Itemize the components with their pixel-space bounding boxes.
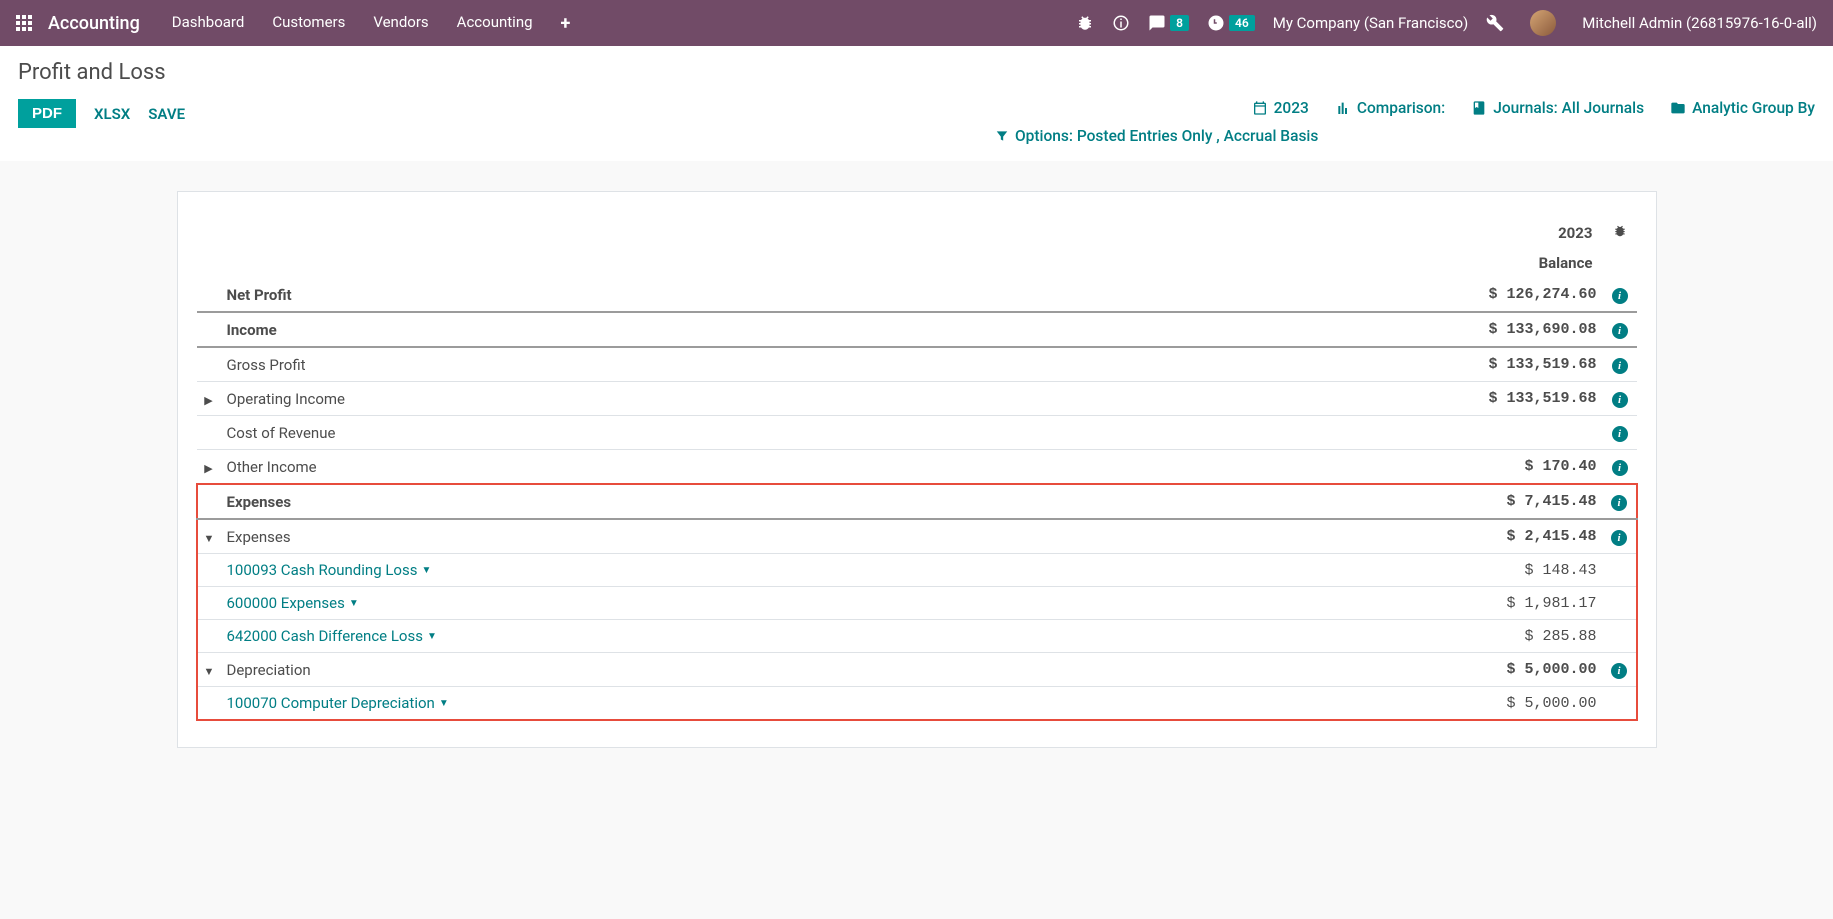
row-other-income: ▶ Other Income $ 170.40 i (197, 450, 1637, 485)
nav-add-icon[interactable]: + (561, 13, 571, 34)
page-title: Profit and Loss (18, 60, 1815, 85)
book-icon (1471, 100, 1487, 116)
info-icon[interactable]: i (1612, 323, 1628, 339)
nav-icons: 8 46 My Company (San Francisco) Mitchell… (1076, 10, 1817, 36)
info-icon[interactable]: i (1612, 426, 1628, 442)
app-title[interactable]: Accounting (48, 13, 140, 34)
filter-icon (995, 129, 1009, 143)
nav-dashboard[interactable]: Dashboard (172, 13, 245, 34)
chevron-down-icon: ▼ (421, 565, 431, 576)
filter-bar: 2023 Comparison: Journals: All Journals … (995, 99, 1815, 145)
content-area: 2023 Balance Net Profit $ 126,274.60 i (0, 161, 1833, 768)
debug-icon[interactable] (1076, 14, 1094, 32)
row-net-profit: Net Profit $ 126,274.60 i (197, 278, 1637, 312)
xlsx-button[interactable]: XLSX (94, 105, 130, 123)
account-link[interactable]: 100093 Cash Rounding Loss▼ (227, 561, 432, 579)
report-sheet: 2023 Balance Net Profit $ 126,274.60 i (177, 191, 1657, 748)
row-gross-profit: Gross Profit $ 133,519.68 i (197, 347, 1637, 382)
info-icon[interactable]: i (1611, 663, 1627, 679)
filter-comparison[interactable]: Comparison: (1335, 99, 1445, 117)
caret-down-icon[interactable]: ▼ (204, 665, 215, 678)
control-panel: Profit and Loss PDF XLSX SAVE 2023 Compa… (0, 46, 1833, 161)
nav-vendors[interactable]: Vendors (373, 13, 428, 34)
filter-date[interactable]: 2023 (1252, 99, 1309, 117)
filter-options[interactable]: Options: Posted Entries Only , Accrual B… (995, 127, 1815, 145)
row-income: Income $ 133,690.08 i (197, 312, 1637, 347)
chevron-down-icon: ▼ (349, 598, 359, 609)
row-operating-income: ▶ Operating Income $ 133,519.68 i (197, 382, 1637, 416)
save-button[interactable]: SAVE (148, 105, 185, 123)
account-link[interactable]: 642000 Cash Difference Loss▼ (227, 627, 437, 645)
avatar[interactable] (1530, 10, 1556, 36)
messages-badge: 8 (1170, 15, 1189, 31)
chart-icon (1335, 100, 1351, 116)
info-icon[interactable]: i (1612, 460, 1628, 476)
tools-icon[interactable] (1486, 14, 1504, 32)
info-icon[interactable]: i (1611, 495, 1627, 511)
row-expenses-total: Expenses $ 7,415.48 i (197, 484, 1637, 519)
apps-icon[interactable] (16, 15, 32, 31)
pdf-button[interactable]: PDF (18, 99, 76, 128)
nav-customers[interactable]: Customers (272, 13, 345, 34)
nav-accounting[interactable]: Accounting (457, 13, 533, 34)
info-icon[interactable]: i (1611, 530, 1627, 546)
info-icon[interactable]: i (1612, 288, 1628, 304)
caret-right-icon[interactable]: ▶ (204, 462, 212, 475)
info-icon[interactable]: i (1612, 358, 1628, 374)
row-expenses-sub: ▼ Expenses $ 2,415.48 i (197, 519, 1637, 554)
caret-down-icon[interactable]: ▼ (204, 532, 215, 545)
calendar-icon (1252, 100, 1268, 116)
filter-analytic[interactable]: Analytic Group By (1670, 99, 1815, 117)
user-name[interactable]: Mitchell Admin (26815976-16-0-all) (1582, 14, 1817, 32)
highlighted-expenses: Expenses $ 7,415.48 i ▼ Expenses $ 2,415… (197, 484, 1637, 720)
folder-icon (1670, 100, 1686, 116)
info-icon[interactable]: i (1612, 392, 1628, 408)
col-year: 2023 (1134, 218, 1602, 248)
row-600000-expenses: 600000 Expenses▼ $ 1,981.17 (197, 587, 1637, 620)
report-table: 2023 Balance Net Profit $ 126,274.60 i (196, 218, 1638, 721)
nav-menu: Dashboard Customers Vendors Accounting + (172, 13, 1076, 34)
activities-badge: 46 (1229, 15, 1255, 31)
support-icon[interactable] (1112, 14, 1130, 32)
top-nav: Accounting Dashboard Customers Vendors A… (0, 0, 1833, 46)
col-balance: Balance (1134, 248, 1602, 278)
account-link[interactable]: 600000 Expenses▼ (227, 594, 359, 612)
export-buttons: PDF XLSX SAVE (18, 99, 185, 128)
row-cash-difference: 642000 Cash Difference Loss▼ $ 285.88 (197, 620, 1637, 653)
messages-icon[interactable]: 8 (1148, 14, 1189, 32)
chevron-down-icon: ▼ (427, 631, 437, 642)
caret-right-icon[interactable]: ▶ (204, 394, 212, 407)
row-cost-revenue: Cost of Revenue i (197, 416, 1637, 450)
filter-journals[interactable]: Journals: All Journals (1471, 99, 1644, 117)
activities-icon[interactable]: 46 (1207, 14, 1255, 32)
debug-col-icon[interactable] (1613, 224, 1627, 242)
row-depreciation: ▼ Depreciation $ 5,000.00 i (197, 653, 1637, 687)
chevron-down-icon: ▼ (439, 698, 449, 709)
row-cash-rounding: 100093 Cash Rounding Loss▼ $ 148.43 (197, 554, 1637, 587)
company-switcher[interactable]: My Company (San Francisco) (1273, 14, 1468, 32)
row-computer-depreciation: 100070 Computer Depreciation▼ $ 5,000.00 (197, 687, 1637, 721)
account-link[interactable]: 100070 Computer Depreciation▼ (227, 694, 449, 712)
